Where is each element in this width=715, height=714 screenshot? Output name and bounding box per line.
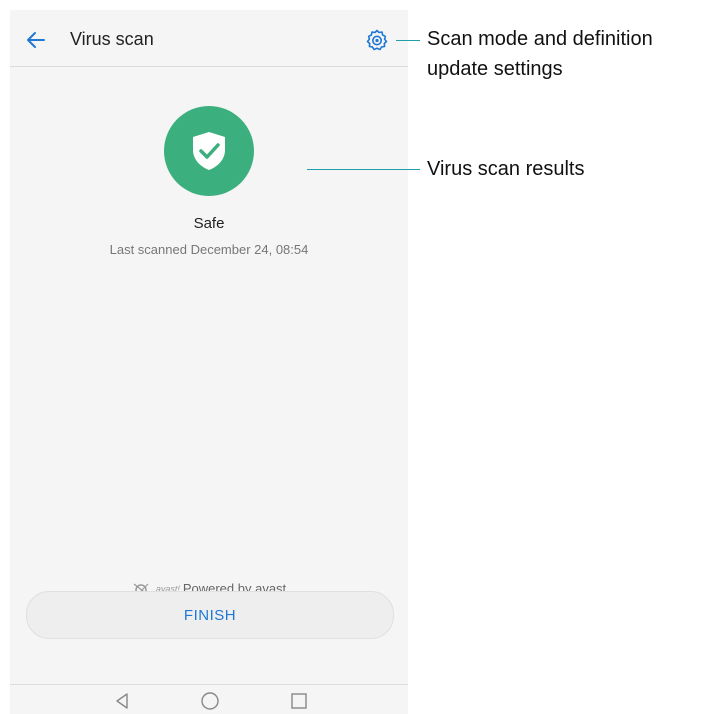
- circle-home-icon[interactable]: [200, 691, 220, 711]
- shield-check-icon: [193, 132, 225, 170]
- phone-screen: Virus scan Safe Last scanned December 24…: [10, 10, 408, 714]
- results-callout-line: [307, 169, 420, 170]
- gear-icon[interactable]: [365, 28, 389, 52]
- finish-button[interactable]: FINISH: [26, 591, 394, 639]
- results-callout-text: Virus scan results: [427, 158, 585, 180]
- scan-status-text: Safe: [193, 215, 225, 232]
- app-bar: Virus scan: [10, 10, 408, 67]
- scan-status-circle: [164, 106, 254, 196]
- settings-callout-line2: update settings: [427, 58, 563, 80]
- settings-callout-line1: Scan mode and definition: [427, 28, 653, 50]
- settings-callout-text: Scan mode and definition update settings: [427, 24, 653, 84]
- settings-callout-line: [396, 40, 420, 41]
- square-recent-icon[interactable]: [289, 691, 309, 711]
- back-arrow-icon[interactable]: [24, 28, 48, 52]
- page-title: Virus scan: [70, 29, 154, 49]
- triangle-back-icon[interactable]: [112, 691, 132, 711]
- last-scanned-text: Last scanned December 24, 08:54: [109, 242, 309, 257]
- system-nav-bar: [10, 684, 408, 714]
